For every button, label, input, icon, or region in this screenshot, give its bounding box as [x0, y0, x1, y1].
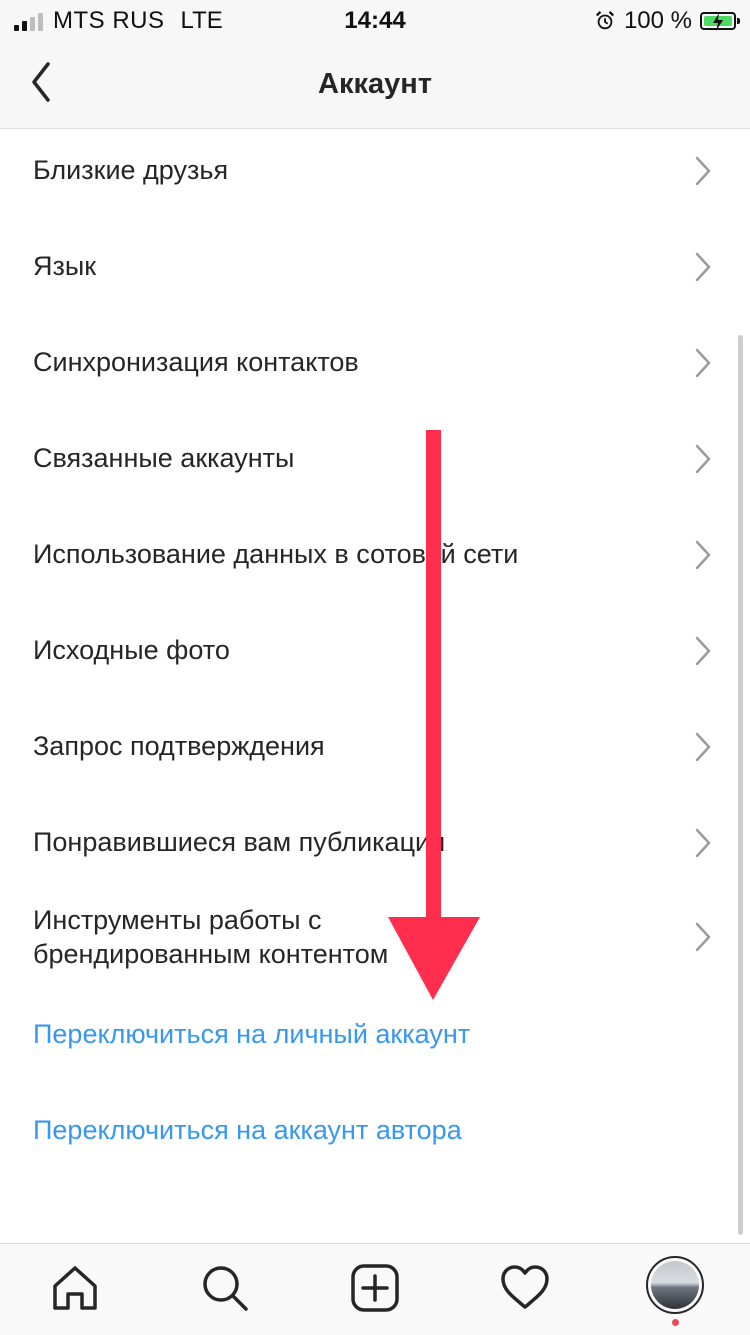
scroll-indicator [738, 335, 743, 1235]
chevron-right-icon [695, 156, 711, 186]
home-icon[interactable] [49, 1262, 101, 1314]
chevron-right-icon [695, 636, 711, 666]
battery-charging-icon [700, 12, 740, 31]
nav-header: Аккаунт [0, 40, 750, 129]
menu-item-close-friends[interactable]: Близкие друзья [0, 129, 750, 225]
menu-item-label-line2: брендированным контентом [33, 939, 389, 969]
chevron-right-icon [695, 540, 711, 570]
new-post-icon[interactable] [349, 1262, 401, 1314]
menu-item-label: Связанные аккаунты [33, 443, 295, 473]
status-bar: MTS RUS LTE 14:44 100 % [0, 0, 750, 40]
menu-item-request-verification[interactable]: Запрос подтверждения [0, 705, 750, 801]
switch-to-creator-account-link[interactable]: Переключиться на аккаунт автора [33, 1113, 462, 1147]
activity-heart-icon[interactable] [499, 1262, 551, 1314]
alarm-icon [595, 11, 614, 30]
chevron-right-icon [695, 732, 711, 762]
menu-item-language[interactable]: Язык [0, 225, 750, 321]
bottom-tab-bar [0, 1243, 750, 1335]
chevron-right-icon [695, 828, 711, 858]
battery-percent: 100 % [623, 7, 692, 34]
switch-to-personal-account-link[interactable]: Переключиться на личный аккаунт [33, 1017, 470, 1051]
search-icon[interactable] [199, 1262, 251, 1314]
chevron-right-icon [695, 348, 711, 378]
page-title: Аккаунт [318, 68, 432, 100]
menu-item-label: Близкие друзья [33, 155, 229, 185]
menu-item-original-photos[interactable]: Исходные фото [0, 609, 750, 705]
menu-item-label-line1: Инструменты работы с [33, 905, 322, 935]
menu-item-liked-posts[interactable]: Понравившиеся вам публикации [0, 801, 750, 897]
menu-item-linked-accounts[interactable]: Связанные аккаунты [0, 417, 750, 513]
menu-item-contacts-sync[interactable]: Синхронизация контактов [0, 321, 750, 417]
menu-item-label: Язык [33, 251, 97, 281]
chevron-right-icon [695, 444, 711, 474]
menu-item-cellular-data[interactable]: Использование данных в сотовой сети [0, 513, 750, 609]
notification-dot [672, 1319, 679, 1326]
menu-item-branded-content-tools[interactable]: Инструменты работы с брендированным конт… [0, 897, 750, 997]
chevron-right-icon [695, 252, 711, 282]
menu-item-label: Исходные фото [33, 635, 230, 665]
chevron-right-icon [695, 922, 711, 952]
annotation-arrow-icon [388, 430, 480, 1000]
menu-item-label: Запрос подтверждения [33, 731, 325, 761]
menu-item-label: Синхронизация контактов [33, 347, 359, 377]
avatar [651, 1261, 699, 1309]
profile-avatar[interactable] [646, 1256, 704, 1314]
